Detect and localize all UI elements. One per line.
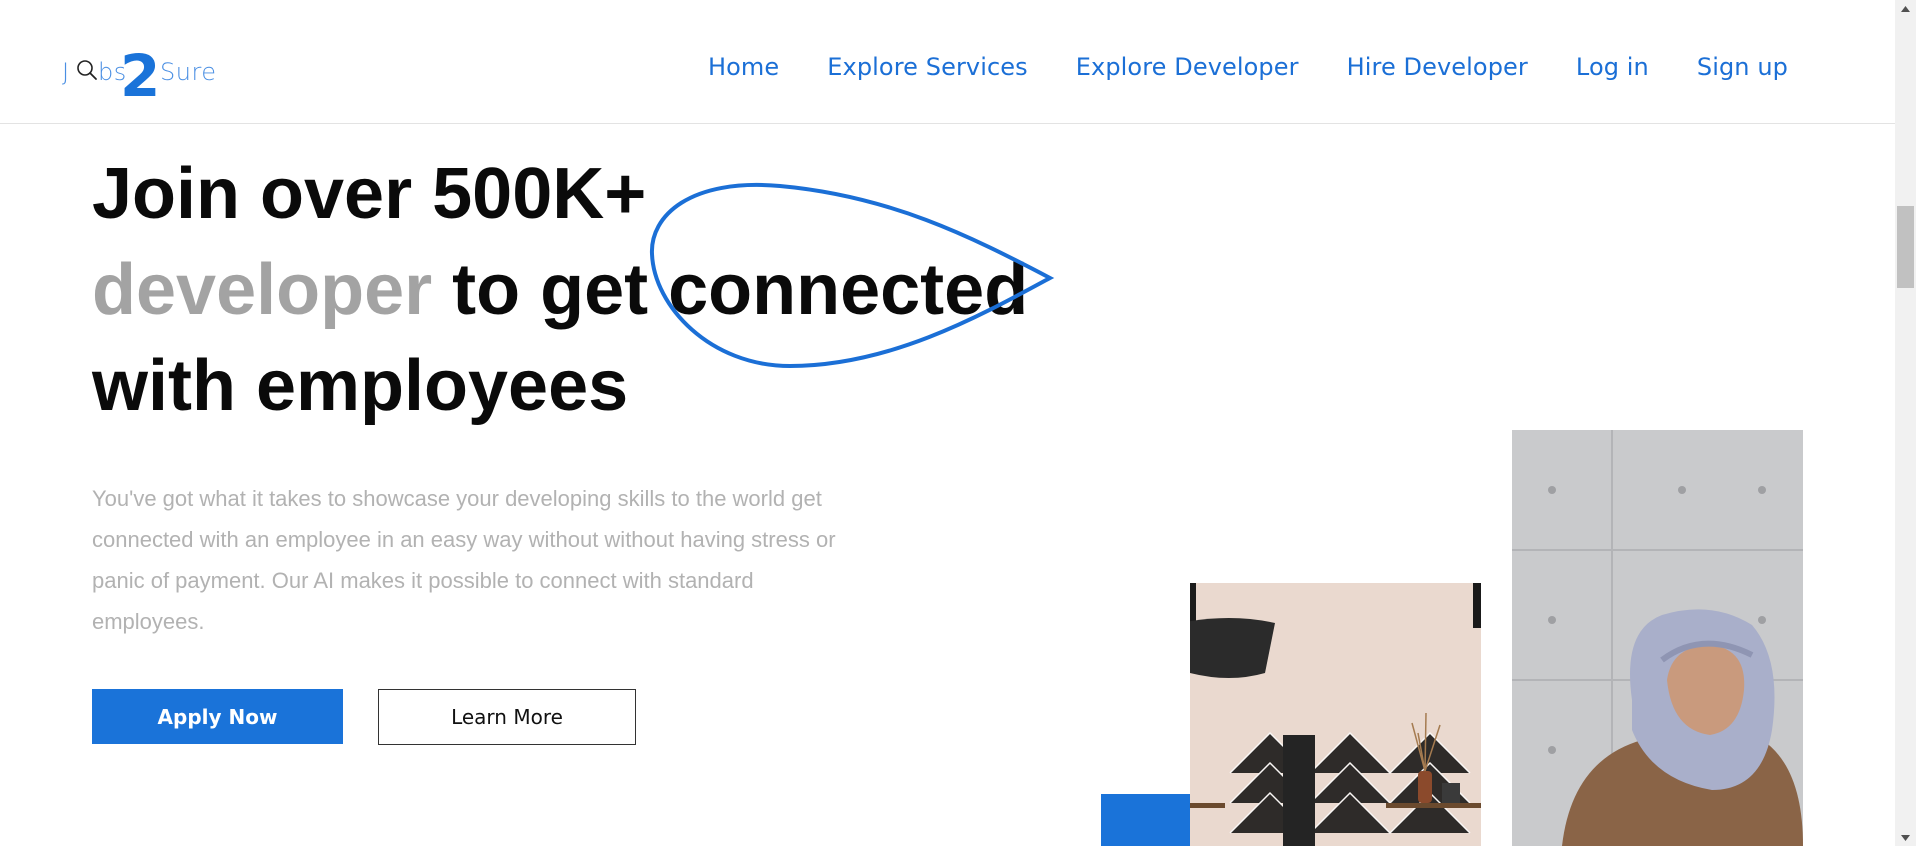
nav-sign-up[interactable]: Sign up — [1697, 53, 1788, 81]
nav-home[interactable]: Home — [708, 53, 779, 81]
woman-photo — [1512, 430, 1803, 846]
kitchen-photo — [1190, 583, 1481, 846]
nav-explore-services[interactable]: Explore Services — [827, 53, 1028, 81]
learn-more-button[interactable]: Learn More — [378, 689, 636, 745]
site-header: J bs 2 Sure Home Explore Services Explor… — [0, 0, 1895, 124]
arrow-down-icon[interactable] — [1895, 829, 1916, 846]
nav-explore-developer[interactable]: Explore Developer — [1076, 53, 1299, 81]
page-scrollbar[interactable] — [1895, 0, 1916, 846]
arrow-up-icon[interactable] — [1895, 0, 1916, 17]
logo-numeral: 2 — [120, 42, 161, 110]
search-icon — [76, 59, 98, 81]
headline-line-3: with employees — [92, 346, 629, 426]
scrollbar-thumb[interactable] — [1897, 206, 1914, 288]
nav-log-in[interactable]: Log in — [1576, 53, 1649, 81]
logo-letter-j: J — [62, 58, 70, 86]
hero-description: You've got what it takes to showcase you… — [92, 486, 836, 634]
headline-line-1: Join over 500K+ — [92, 154, 647, 234]
scribble-decoration — [649, 182, 1055, 369]
logo-word-sure: Sure — [160, 58, 217, 86]
headline-highlight: developer — [92, 250, 433, 330]
nav-hire-developer[interactable]: Hire Developer — [1347, 53, 1528, 81]
main-nav: Home Explore Services Explore Developer … — [708, 53, 1788, 81]
apply-now-button[interactable]: Apply Now — [92, 689, 343, 744]
accent-block — [1101, 794, 1193, 846]
